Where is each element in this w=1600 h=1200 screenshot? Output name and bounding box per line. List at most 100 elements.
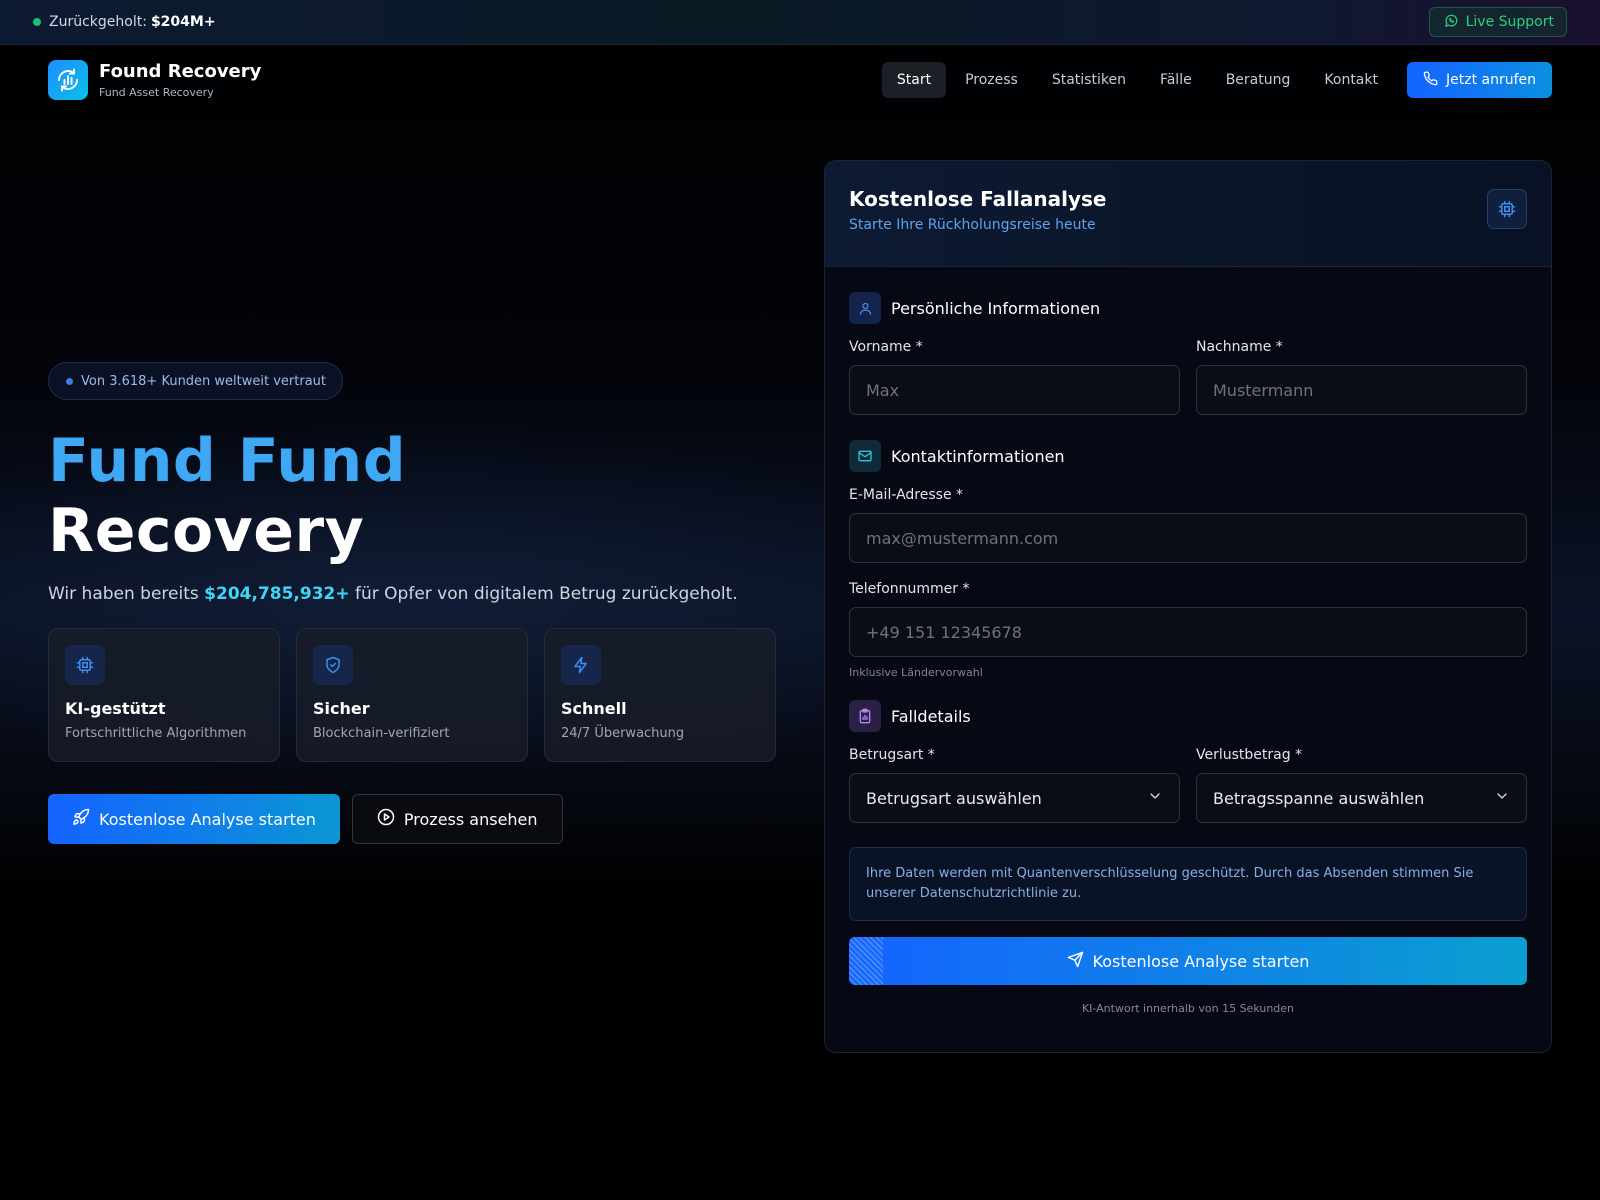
- feature-title: Sicher: [313, 699, 370, 718]
- form-subtitle: Starte Ihre Rückholungsreise heute: [849, 217, 1096, 233]
- privacy-notice: Ihre Daten werden mit Quantenverschlüsse…: [849, 847, 1527, 921]
- nav-link-prozess[interactable]: Prozess: [950, 62, 1033, 98]
- first-name-input[interactable]: Max: [849, 365, 1180, 415]
- email-label: E-Mail-Adresse *: [849, 487, 964, 503]
- start-analysis-button[interactable]: Kostenlose Analyse starten: [48, 794, 340, 844]
- recovered-stat: Zurückgeholt: $204M+: [33, 14, 216, 30]
- call-now-button[interactable]: Jetzt anrufen: [1406, 62, 1552, 98]
- form-header: Kostenlose Fallanalyse Starte Ihre Rückh…: [825, 161, 1551, 267]
- view-process-label: Prozess ansehen: [403, 809, 538, 829]
- hero-title: Fund Fund Recovery: [48, 426, 778, 566]
- brand[interactable]: Found Recovery Fund Asset Recovery: [48, 60, 261, 100]
- last-name-label: Nachname *: [1196, 339, 1283, 355]
- feature-card-fast: Schnell 24/7 Überwachung: [544, 628, 776, 762]
- nav-link-start[interactable]: Start: [881, 62, 947, 98]
- feature-card-ai: KI-gestützt Fortschrittliche Algorithmen: [48, 628, 280, 762]
- last-name-field: Nachname * Mustermann: [1196, 339, 1527, 415]
- fraud-type-value: Betrugsart auswählen: [866, 788, 1042, 808]
- nav-link-faelle[interactable]: Fälle: [1145, 62, 1207, 98]
- status-dot: [33, 18, 41, 26]
- recovered-amount: $204M+: [150, 14, 216, 30]
- feature-subtitle: Blockchain-verifiziert: [313, 726, 450, 741]
- first-name-label: Vorname *: [849, 339, 923, 355]
- phone-field: Telefonnummer * +49 151 12345678 Inklusi…: [849, 581, 1527, 679]
- start-analysis-label: Kostenlose Analyse starten: [99, 809, 316, 829]
- brand-tagline: Fund Asset Recovery: [99, 86, 214, 99]
- feature-subtitle: Fortschrittliche Algorithmen: [65, 726, 247, 741]
- chip-icon: [1487, 189, 1527, 229]
- user-icon: [849, 292, 881, 324]
- section-case-details: Falldetails: [849, 699, 1527, 733]
- loss-amount-select[interactable]: Betragsspanne auswählen: [1196, 773, 1527, 823]
- feature-card-secure: Sicher Blockchain-verifiziert: [296, 628, 528, 762]
- fraud-type-select[interactable]: Betrugsart auswählen: [849, 773, 1180, 823]
- submit-label: Kostenlose Analyse starten: [1092, 951, 1310, 971]
- case-analysis-form: Kostenlose Fallanalyse Starte Ihre Rückh…: [824, 160, 1552, 1053]
- rocket-icon: [72, 808, 90, 830]
- hero-title-line1: Fund Fund: [48, 426, 407, 496]
- nav-link-beratung[interactable]: Beratung: [1211, 62, 1306, 98]
- nav-link-kontakt[interactable]: Kontakt: [1309, 62, 1393, 98]
- call-now-label: Jetzt anrufen: [1445, 72, 1536, 88]
- section-title: Kontaktinformationen: [891, 446, 1065, 466]
- hero-title-line2: Recovery: [48, 496, 365, 566]
- loss-amount-label: Verlustbetrag *: [1196, 747, 1303, 763]
- send-icon: [1067, 951, 1084, 972]
- recovered-label: Zurückgeholt:: [49, 14, 147, 30]
- chip-icon: [65, 645, 105, 685]
- loss-amount-field: Verlustbetrag * Betragsspanne auswählen: [1196, 747, 1527, 823]
- hero-text-before: Wir haben bereits: [48, 584, 205, 604]
- feature-subtitle: 24/7 Überwachung: [561, 726, 685, 741]
- clipboard-icon: [849, 700, 881, 732]
- section-contact-info: Kontaktinformationen: [849, 439, 1527, 473]
- main-navigation: Found Recovery Fund Asset Recovery Start…: [0, 45, 1600, 115]
- response-time-note: KI-Antwort innerhalb von 15 Sekunden: [1081, 1002, 1295, 1015]
- hero-recovered-amount: $204,785,932+: [204, 584, 350, 604]
- feature-title: KI-gestützt: [65, 699, 166, 718]
- email-field: E-Mail-Adresse * max@mustermann.com: [849, 487, 1527, 563]
- case-row: Betrugsart * Betrugsart auswählen Verlus…: [849, 747, 1527, 823]
- top-announcement-bar: Zurückgeholt: $204M+ Live Support: [0, 0, 1600, 45]
- form-body: Persönliche Informationen Vorname * Max …: [825, 267, 1551, 1015]
- trust-badge: Von 3.618+ Kunden weltweit vertraut: [48, 362, 344, 400]
- button-shimmer: [849, 937, 883, 985]
- submit-analysis-button[interactable]: Kostenlose Analyse starten: [849, 937, 1527, 985]
- lightning-icon: [561, 645, 601, 685]
- last-name-input[interactable]: Mustermann: [1196, 365, 1527, 415]
- section-title: Persönliche Informationen: [891, 298, 1101, 318]
- phone-label: Telefonnummer *: [849, 581, 970, 597]
- nav-links: Start Prozess Statistiken Fälle Beratung…: [881, 62, 1552, 98]
- email-input[interactable]: max@mustermann.com: [849, 513, 1527, 563]
- view-process-button[interactable]: Prozess ansehen: [351, 794, 563, 844]
- brand-name: Found Recovery: [99, 61, 262, 82]
- logo-icon: [48, 60, 88, 100]
- live-support-label: Live Support: [1465, 14, 1554, 30]
- phone-icon: [1423, 71, 1438, 90]
- fraud-type-field: Betrugsart * Betrugsart auswählen: [849, 747, 1180, 823]
- form-title: Kostenlose Fallanalyse: [849, 187, 1107, 211]
- nav-link-statistiken[interactable]: Statistiken: [1037, 62, 1141, 98]
- first-name-field: Vorname * Max: [849, 339, 1180, 415]
- hero-section: Von 3.618+ Kunden weltweit vertraut Fund…: [48, 362, 778, 844]
- loss-amount-value: Betragsspanne auswählen: [1213, 788, 1425, 808]
- whatsapp-icon: [1444, 13, 1459, 32]
- phone-hint: Inklusive Ländervorwahl: [849, 666, 983, 679]
- badge-dot: [66, 377, 73, 385]
- chevron-down-icon: [1494, 788, 1510, 808]
- hero-text-after: für Opfer von digitalem Betrug zurückgeh…: [349, 584, 738, 604]
- section-personal-info: Persönliche Informationen: [849, 291, 1527, 325]
- play-circle-icon: [377, 808, 395, 830]
- hero-cta-row: Kostenlose Analyse starten Prozess anseh…: [48, 794, 778, 844]
- trust-badge-text: Von 3.618+ Kunden weltweit vertraut: [81, 373, 327, 389]
- name-row: Vorname * Max Nachname * Mustermann: [849, 339, 1527, 415]
- fraud-type-label: Betrugsart *: [849, 747, 935, 763]
- live-support-button[interactable]: Live Support: [1428, 7, 1567, 37]
- phone-input[interactable]: +49 151 12345678: [849, 607, 1527, 657]
- feature-cards: KI-gestützt Fortschrittliche Algorithmen…: [48, 628, 778, 762]
- section-title: Falldetails: [891, 706, 971, 726]
- chevron-down-icon: [1147, 788, 1163, 808]
- feature-title: Schnell: [561, 699, 627, 718]
- mail-icon: [849, 440, 881, 472]
- shield-icon: [313, 645, 353, 685]
- hero-description: Wir haben bereits $204,785,932+ für Opfe…: [48, 584, 778, 604]
